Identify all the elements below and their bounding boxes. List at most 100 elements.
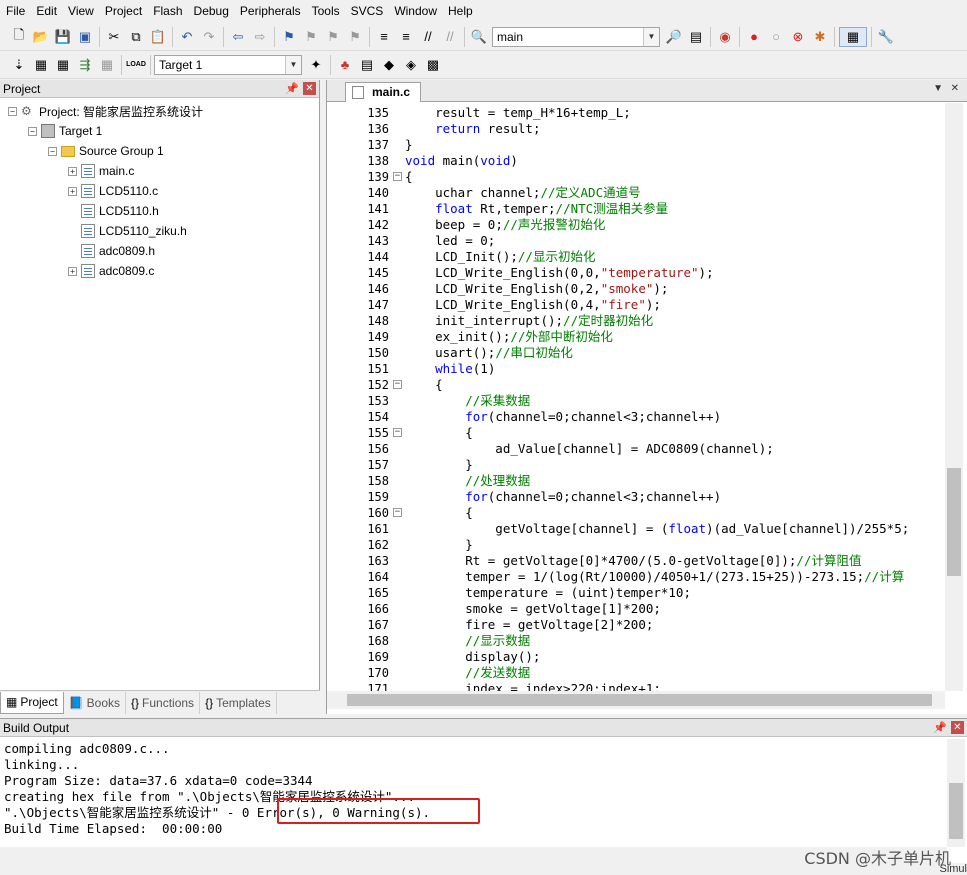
indent-icon[interactable]: ≡ [374,27,394,47]
clear-bookmarks-icon[interactable]: ⚑ [345,27,365,47]
code-line[interactable]: 158 //处理数据 [327,473,945,489]
code-line[interactable]: 143 led = 0; [327,233,945,249]
horizontal-scrollbar[interactable] [327,691,945,709]
vertical-scrollbar[interactable] [947,739,965,847]
menu-view[interactable]: View [64,0,98,23]
fold-toggle-icon[interactable]: − [393,380,402,389]
tree-target-node[interactable]: − Target 1 [28,121,102,141]
uncomment-icon[interactable]: // [440,27,460,47]
menu-peripherals[interactable]: Peripherals [236,0,305,23]
code-line[interactable]: 166 smoke = getVoltage[1]*200; [327,601,945,617]
expand-icon[interactable]: + [68,166,77,176]
code-line[interactable]: 135 result = temp_H*16+temp_L; [327,105,945,121]
code-line[interactable]: 165 temperature = (uint)temper*10; [327,585,945,601]
disable-breakpoint-icon[interactable]: ○ [766,27,786,47]
code-line[interactable]: 154 for(channel=0;channel<3;channel++) [327,409,945,425]
code-line[interactable]: 146 LCD_Write_English(0,2,"smoke"); [327,281,945,297]
code-line[interactable]: 159 for(channel=0;channel<3;channel++) [327,489,945,505]
tree-file-item[interactable]: + LCD5110.c [68,181,158,201]
code-line[interactable]: 141 float Rt,temper;//NTC测温相关参量 [327,201,945,217]
tree-file-item[interactable]: adc0809.h [81,241,155,261]
tree-group-node[interactable]: − Source Group 1 [48,141,164,161]
code-line[interactable]: 140 uchar channel;//定义ADC通道号 [327,185,945,201]
close-icon[interactable]: ✕ [951,721,964,734]
code-line[interactable]: 164 temper = 1/(log(Rt/10000)/4050+1/(27… [327,569,945,585]
scroll-thumb[interactable] [947,468,961,576]
code-line[interactable]: 170 //发送数据 [327,665,945,681]
build-icon[interactable]: ▦ [31,55,51,75]
fold-toggle-icon[interactable]: − [393,428,402,437]
translate-icon[interactable]: ⇣ [9,55,29,75]
nav-forward-icon[interactable]: ⇨ [250,27,270,47]
menu-edit[interactable]: Edit [32,0,61,23]
close-icon[interactable]: ✕ [303,82,316,95]
menu-project[interactable]: Project [101,0,146,23]
code-line[interactable]: 136 return result; [327,121,945,137]
code-line[interactable]: 168 //显示数据 [327,633,945,649]
tree-file-item[interactable]: LCD5110.h [81,201,159,221]
open-file-icon[interactable]: 📂 [31,27,51,47]
run-time-env-icon[interactable]: ▩ [423,55,443,75]
find-combo[interactable]: main ▼ [492,26,660,47]
fold-toggle-icon[interactable]: − [393,172,402,181]
nav-back-icon[interactable]: ⇦ [228,27,248,47]
tree-file-item[interactable]: + adc0809.c [68,261,154,281]
fold-toggle-icon[interactable]: − [393,508,402,517]
tab-functions[interactable]: {} Functions [126,691,201,714]
chevron-down-icon[interactable]: ▼ [643,27,659,46]
code-line[interactable]: 148 init_interrupt();//定时器初始化 [327,313,945,329]
download-icon[interactable]: LOAD [126,55,146,75]
tools-icon[interactable]: 🔧 [876,27,896,47]
next-bookmark-icon[interactable]: ⚑ [323,27,343,47]
copy-icon[interactable]: ⧉ [126,27,146,47]
paste-icon[interactable]: 📋 [148,27,168,47]
tab-main-c[interactable]: main.c [345,82,422,102]
vertical-scrollbar[interactable] [945,103,963,691]
expand-icon[interactable]: + [68,266,77,276]
close-tab-icon[interactable]: ✕ [951,83,959,94]
menu-help[interactable]: Help [444,0,477,23]
menu-svcs[interactable]: SVCS [347,0,388,23]
code-line[interactable]: 151 while(1) [327,361,945,377]
code-line[interactable]: 167 fire = getVoltage[2]*200; [327,617,945,633]
code-area[interactable]: 135 result = temp_H*16+temp_L; 136 return… [327,103,945,691]
manage-components-icon[interactable]: ♣ [335,55,355,75]
new-file-icon[interactable]: 🗋 [9,27,29,47]
tab-books[interactable]: 📘 Books [64,691,127,714]
menu-window[interactable]: Window [390,0,441,23]
find-in-files-icon[interactable]: 🔍 [469,27,489,47]
pin-icon[interactable]: 📌 [285,82,299,95]
breakpoint-icon[interactable]: ● [744,27,764,47]
code-line[interactable]: 160− { [327,505,945,521]
select-packs-icon[interactable]: ◆ [379,55,399,75]
chevron-down-icon[interactable]: ▼ [285,55,301,74]
code-line[interactable]: 169 display(); [327,649,945,665]
code-line[interactable]: 162 } [327,537,945,553]
code-line[interactable]: 144 LCD_Init();//显示初始化 [327,249,945,265]
tree-file-item[interactable]: LCD5110_ziku.h [81,221,187,241]
save-icon[interactable]: 💾 [53,27,73,47]
scroll-thumb[interactable] [347,694,932,706]
configure-icon[interactable]: ✱ [810,27,830,47]
unindent-icon[interactable]: ≡ [396,27,416,47]
target-options-icon[interactable]: ✦ [306,55,326,75]
code-line[interactable]: 145 LCD_Write_English(0,0,"temperature")… [327,265,945,281]
menu-flash[interactable]: Flash [149,0,186,23]
tab-templates[interactable]: {} Templates [200,691,277,714]
stop-build-icon[interactable]: ▦ [97,55,117,75]
code-line[interactable]: 156 ad_Value[channel] = ADC0809(channel)… [327,441,945,457]
code-line[interactable]: 138 void main(void) [327,153,945,169]
code-line[interactable]: 153 //采集数据 [327,393,945,409]
undo-icon[interactable]: ↶ [177,27,197,47]
target-combo[interactable]: Target 1 ▼ [154,54,302,75]
bookmark-icon[interactable]: ⚑ [279,27,299,47]
code-line[interactable]: 142 beep = 0;//声光报警初始化 [327,217,945,233]
save-all-icon[interactable]: ▣ [75,27,95,47]
menu-file[interactable]: File [2,0,29,23]
pack-installer-icon[interactable]: ◈ [401,55,421,75]
code-line[interactable]: 139−{ [327,169,945,185]
project-items-icon[interactable]: ▤ [357,55,377,75]
debug-session-icon[interactable]: ◉ [715,27,735,47]
collapse-icon[interactable]: − [28,126,37,136]
collapse-icon[interactable]: − [48,146,57,156]
